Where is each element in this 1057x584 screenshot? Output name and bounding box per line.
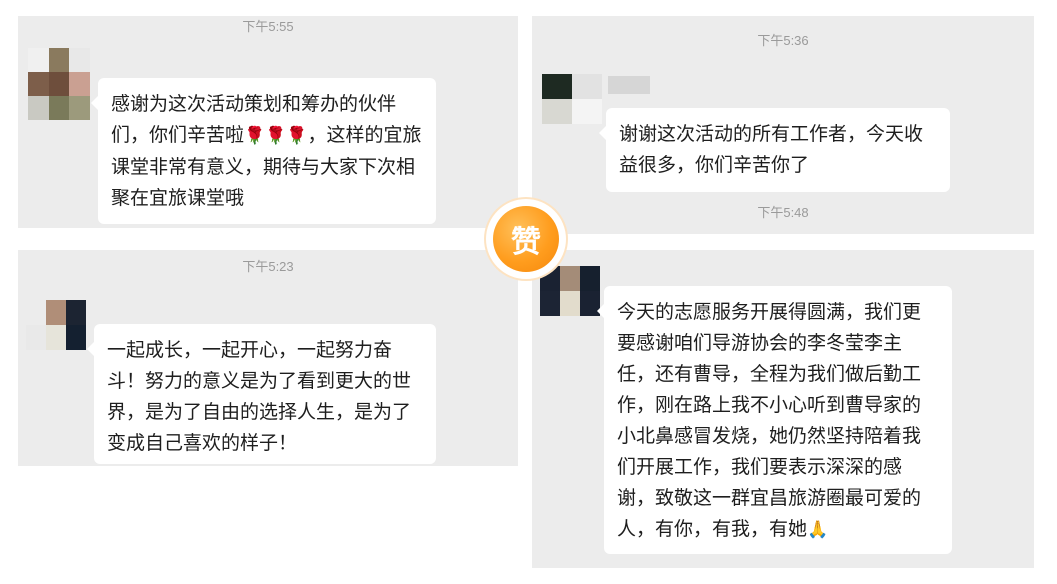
avatar[interactable] [28,48,90,120]
message-text: 一起成长，一起开心，一起努力奋斗！努力的意义是为了看到更大的世界，是为了自由的选… [107,339,412,454]
timestamp: 下午5:55 [242,19,294,34]
message-text: 谢谢这次活动的所有工作者，今天收益很多，你们辛苦你了 [619,123,924,176]
avatar[interactable] [542,74,602,124]
chat-panel-top-left: 下午5:55 感谢为这次活动策划和筹办的伙伴们，你们辛苦啦🌹🌹🌹，这样的宜旅课堂… [18,16,518,228]
timestamp: 下午5:23 [242,259,294,274]
message-bubble[interactable]: 一起成长，一起开心，一起努力奋斗！努力的意义是为了看到更大的世界，是为了自由的选… [87,324,436,464]
avatar[interactable] [540,266,600,316]
like-badge-icon: 赞 [486,199,566,279]
message-text: 今天的志愿服务开展得圆满，我们更要感谢咱们导游协会的李冬莹李主任，还有曹导，全程… [617,301,922,540]
rose-emoji-icon: 🌹🌹🌹 [244,126,308,146]
blurred-nickname [608,76,650,94]
folded-hands-emoji-icon: 🙏 [807,520,829,540]
message-bubble[interactable]: 感谢为这次活动策划和筹办的伙伴们，你们辛苦啦🌹🌹🌹，这样的宜旅课堂非常有意义，期… [91,78,436,224]
like-badge-label: 赞 [493,206,559,272]
timestamp: 下午5:36 [757,33,809,48]
avatar[interactable] [26,300,86,350]
chat-panel-top-right: 下午5:36 谢谢这次活动的所有工作者，今天收益很多，你们辛苦你了 下午5:48 [532,16,1034,234]
message-bubble[interactable]: 今天的志愿服务开展得圆满，我们更要感谢咱们导游协会的李冬莹李主任，还有曹导，全程… [597,286,952,554]
timestamp: 下午5:48 [757,205,809,220]
chat-panel-bottom-left: 下午5:23 一起成长，一起开心，一起努力奋斗！努力的意义是为了看到更大的世界，… [18,250,518,466]
message-bubble[interactable]: 谢谢这次活动的所有工作者，今天收益很多，你们辛苦你了 [599,108,950,192]
chat-panel-bottom-right: 今天的志愿服务开展得圆满，我们更要感谢咱们导游协会的李冬莹李主任，还有曹导，全程… [532,250,1034,568]
